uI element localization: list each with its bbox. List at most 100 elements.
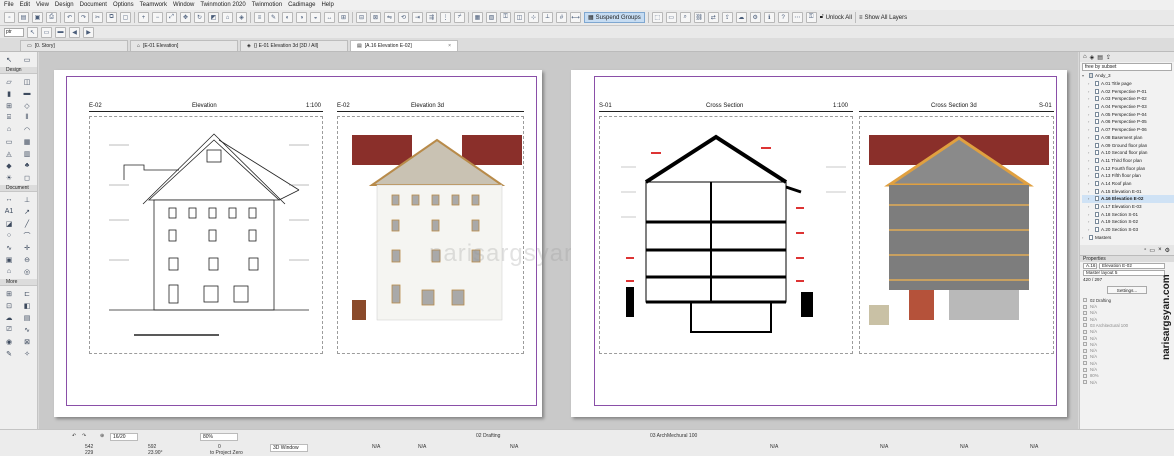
- stair-tool-icon[interactable]: ⌸: [4, 113, 14, 122]
- circle-tool-icon[interactable]: ○: [4, 231, 14, 240]
- fit-window-icon[interactable]: ⤢: [166, 12, 177, 23]
- properties-header[interactable]: Properties: [1080, 255, 1174, 263]
- opening-tool-icon[interactable]: ◻: [22, 173, 32, 182]
- mesh-tool-icon[interactable]: ◬: [4, 149, 14, 158]
- view-3d-icon[interactable]: ◈: [236, 12, 247, 23]
- view-forward-icon[interactable]: ▶: [83, 26, 94, 38]
- tab-elevation-3d[interactable]: ◈ {} E-01 Elevation 3d [3D / All]: [240, 40, 348, 51]
- interior-tool-icon[interactable]: ◉: [4, 337, 14, 346]
- tree-item-layout[interactable]: › A.09 Ground floor plan: [1082, 141, 1174, 149]
- section-tool-icon[interactable]: ⊖: [22, 255, 32, 264]
- layout-canvas[interactable]: E-02 Elevation 1:100 E-02 Elevation 3d n…: [39, 52, 1078, 429]
- polyline-tool-icon[interactable]: ⌒: [22, 231, 32, 240]
- column-tool-icon[interactable]: ▮: [4, 89, 14, 98]
- menu-help[interactable]: Help: [321, 2, 333, 8]
- door-tool-icon[interactable]: ◫: [22, 77, 32, 86]
- pointer-combo[interactable]: ptr: [4, 27, 24, 37]
- layer-combo[interactable]: 02 Drafting: [476, 433, 500, 439]
- layout-book-icon[interactable]: ▤: [1097, 54, 1103, 61]
- design-section-header[interactable]: Design: [0, 67, 37, 74]
- hotspot-tool-icon[interactable]: ✛: [22, 243, 32, 252]
- elevation-tool-icon[interactable]: ⌂: [4, 267, 14, 276]
- help-icon[interactable]: ?: [777, 12, 789, 23]
- expand-icon[interactable]: ›: [1088, 158, 1093, 163]
- expand-icon[interactable]: ›: [1088, 143, 1093, 148]
- tree-item-layout[interactable]: › A.20 Section S-03: [1082, 226, 1174, 234]
- fill-tool-icon[interactable]: ◪: [4, 219, 14, 228]
- select-icon[interactable]: ⬚: [651, 12, 663, 23]
- publish-icon[interactable]: ⇪: [721, 12, 733, 23]
- drag-icon[interactable]: ⇥: [412, 12, 423, 23]
- tree-item-layout[interactable]: › A.11 Third floor plan: [1082, 157, 1174, 165]
- redo-status-icon[interactable]: ↷: [82, 433, 86, 439]
- lamp-tool-icon[interactable]: ☀: [4, 173, 14, 182]
- expand-icon[interactable]: ›: [1088, 189, 1093, 194]
- worksheet-tool-icon[interactable]: ⊠: [22, 337, 32, 346]
- magic-wand-tool-icon[interactable]: ✧: [22, 349, 32, 358]
- tab-story[interactable]: ▭ [0. Story]: [20, 40, 128, 51]
- camera-tool-icon[interactable]: ⎚: [4, 325, 14, 334]
- cut-icon[interactable]: ✂: [92, 12, 103, 23]
- revision-tool-icon[interactable]: ∿: [22, 325, 32, 334]
- tree-item-layout[interactable]: › A.10 Second floor plan: [1082, 149, 1174, 157]
- corner-window-tool-icon[interactable]: ⊡: [4, 301, 14, 310]
- menu-teamwork[interactable]: Teamwork: [140, 2, 167, 8]
- object-tool-icon[interactable]: ♣: [22, 161, 32, 170]
- wall-end-tool-icon[interactable]: ⊏: [22, 289, 32, 298]
- tree-item-layout[interactable]: › A.14 Roof plan: [1082, 180, 1174, 188]
- text-tool-icon[interactable]: A1: [4, 207, 14, 216]
- undo-icon[interactable]: ↶: [64, 12, 75, 23]
- expand-icon[interactable]: ›: [1088, 150, 1093, 155]
- expand-icon[interactable]: ›: [1088, 127, 1093, 132]
- menu-twinmotion-2020[interactable]: Twinmotion 2020: [200, 2, 245, 8]
- marquee-tool-icon[interactable]: ▭: [22, 55, 32, 64]
- lock-all-icon[interactable]: ⚿: [805, 12, 817, 23]
- measure-icon[interactable]: ⟷: [570, 12, 581, 23]
- menu-design[interactable]: Design: [55, 2, 74, 8]
- show-all-layers-button[interactable]: ≡ Show All Layers: [859, 15, 907, 21]
- zoom-in-status-icon[interactable]: ⊕: [100, 433, 104, 439]
- tree-item-layout[interactable]: › A.15 Elevation E-01: [1082, 187, 1174, 195]
- change-tool-icon[interactable]: ☁: [4, 313, 14, 322]
- page-indicator[interactable]: 16/20: [110, 433, 138, 441]
- navigator-view-combo[interactable]: free by subset: [1082, 63, 1172, 71]
- tree-item-layout[interactable]: › A.02 Perspective P-01: [1082, 87, 1174, 95]
- suspend-groups-button[interactable]: ▦ Suspend Groups: [584, 12, 645, 23]
- expand-icon[interactable]: ›: [1088, 212, 1093, 217]
- model-view-icon[interactable]: ◐: [282, 12, 293, 23]
- align-icon[interactable]: ⊟: [356, 12, 367, 23]
- layout-sheet-right[interactable]: S-01 Cross Section 1:100 Cross Section 3…: [571, 70, 1067, 417]
- marquee-icon[interactable]: ▭: [665, 12, 677, 23]
- pan-icon[interactable]: ✥: [180, 12, 191, 23]
- expand-icon[interactable]: ›: [1082, 235, 1087, 240]
- tree-item-layout[interactable]: › A.18 Section S-01: [1082, 210, 1174, 218]
- tree-masters[interactable]: › Masters: [1082, 233, 1174, 241]
- window-tool-icon[interactable]: ⊞: [4, 101, 14, 110]
- wall-tool-icon[interactable]: ▱: [4, 77, 14, 86]
- teamwork-icon[interactable]: ⇄: [707, 12, 719, 23]
- tree-item-layout[interactable]: › A.13 Fifth floor plan: [1082, 172, 1174, 180]
- new-file-icon[interactable]: ▫: [4, 12, 15, 23]
- arrow-tool-icon[interactable]: ↖: [4, 55, 14, 64]
- arrow-icon[interactable]: ↖: [27, 26, 38, 38]
- spline-tool-icon[interactable]: ∿: [4, 243, 14, 252]
- expand-icon[interactable]: ›: [1088, 204, 1093, 209]
- tree-item-layout[interactable]: › A.17 Elevation E-03: [1082, 203, 1174, 211]
- zoom-out-icon[interactable]: −: [152, 12, 163, 23]
- level-dimension-tool-icon[interactable]: ⊥: [22, 195, 32, 204]
- dimension-icon[interactable]: ↔: [324, 12, 335, 23]
- expand-icon[interactable]: ›: [1088, 96, 1093, 101]
- lock-icon[interactable]: ⚿: [500, 12, 511, 23]
- ungroup-icon[interactable]: ▧: [486, 12, 497, 23]
- new-folder-icon[interactable]: ▭: [1149, 247, 1155, 254]
- group-icon[interactable]: ▦: [472, 12, 483, 23]
- publisher-icon[interactable]: ⇪: [1106, 54, 1111, 61]
- tree-item-layout[interactable]: › A.05 Perspective P-04: [1082, 110, 1174, 118]
- grid-element-tool-icon[interactable]: ⊞: [4, 289, 14, 298]
- layout-sheet-left[interactable]: E-02 Elevation 1:100 E-02 Elevation 3d n…: [54, 70, 633, 417]
- zone-tool-icon[interactable]: ▦: [22, 137, 32, 146]
- expand-icon[interactable]: ›: [1088, 166, 1093, 171]
- menu-twinmotion[interactable]: Twinmotion: [252, 2, 282, 8]
- expand-icon[interactable]: ›: [1088, 89, 1093, 94]
- marquee-thick-icon[interactable]: ▬: [55, 26, 66, 38]
